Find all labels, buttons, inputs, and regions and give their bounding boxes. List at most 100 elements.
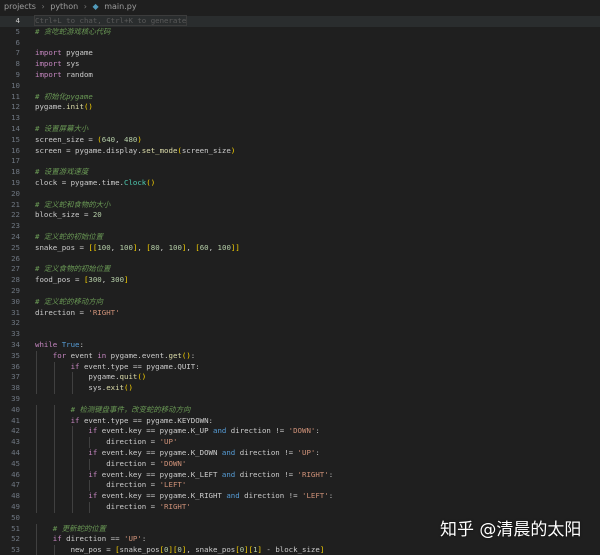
code-line[interactable]: 41 if event.type == pygame.KEYDOWN: xyxy=(0,415,600,427)
code-text: if event.type == pygame.KEYDOWN: xyxy=(70,415,213,425)
breadcrumb-item-projects[interactable]: projects xyxy=(4,2,36,11)
code-line[interactable]: 16 screen = pygame.display.set_mode(scree… xyxy=(0,146,600,157)
code-line[interactable]: 28 food_pos = [300, 300] xyxy=(0,275,600,286)
code-line[interactable]: 10 xyxy=(0,81,600,92)
chevron-right-icon: › xyxy=(41,2,45,11)
code-line[interactable]: 7 import pygame xyxy=(0,48,600,59)
line-number: 29 xyxy=(11,286,20,295)
code-line[interactable]: 8 import sys xyxy=(0,59,600,70)
code-line[interactable]: 4 Ctrl+L to chat, Ctrl+K to generate xyxy=(0,15,600,27)
breadcrumb-item-python[interactable]: python xyxy=(50,2,78,11)
line-number: 20 xyxy=(11,188,20,198)
line-number: 51 xyxy=(11,523,20,533)
line-number: 18 xyxy=(11,167,20,177)
code-line[interactable]: 35 for event in pygame.event.get(): xyxy=(0,350,600,362)
code-text: if direction == 'UP': xyxy=(52,534,147,544)
code-line[interactable]: 37 pygame.quit() xyxy=(0,372,600,384)
code-line[interactable]: 34 while True: xyxy=(0,340,600,351)
code-line[interactable]: 42 if event.key == pygame.K_UP and direct… xyxy=(0,426,600,438)
code-line[interactable]: 39 xyxy=(0,394,600,405)
indent-guide xyxy=(53,361,55,373)
code-text: # 贪吃蛇游戏核心代码 xyxy=(35,26,111,36)
code-line[interactable]: 9 import random xyxy=(0,70,600,81)
code-text: direction = 'RIGHT' xyxy=(35,307,120,317)
code-line[interactable]: 24 # 定义蛇的初始位置 xyxy=(0,232,600,243)
line-number: 17 xyxy=(11,156,20,166)
indent-guide xyxy=(36,469,37,481)
breadcrumb-item-file[interactable]: main.py xyxy=(104,2,136,11)
indent-guide xyxy=(36,372,37,384)
indent-guide xyxy=(53,458,55,470)
code-text: new_pos = [snake_pos[0][0], snake_pos[0]… xyxy=(70,545,325,555)
code-line[interactable]: 15 screen_size = (640, 480) xyxy=(0,135,600,146)
code-line[interactable]: 43 direction = 'UP' xyxy=(0,437,600,448)
indent-guide xyxy=(71,458,73,470)
indent-guide xyxy=(36,361,37,373)
code-line[interactable]: 48 if event.key == pygame.K_RIGHT and dir… xyxy=(0,491,600,502)
line-number: 39 xyxy=(11,394,20,403)
code-line[interactable]: 44 if event.key == pygame.K_DOWN and dire… xyxy=(0,448,600,459)
line-number: 25 xyxy=(11,242,20,252)
code-line[interactable]: 47 direction = 'LEFT' xyxy=(0,480,600,492)
line-number: 30 xyxy=(11,296,20,306)
code-line[interactable]: 6 xyxy=(0,38,600,49)
indent-guide xyxy=(71,502,73,513)
code-line[interactable]: 27 # 定义食物的初始位置 xyxy=(0,264,600,275)
line-number: 37 xyxy=(11,372,20,382)
indent-guide xyxy=(71,469,73,481)
code-text: direction = 'LEFT' xyxy=(106,480,187,490)
code-line[interactable]: 17 xyxy=(0,156,600,167)
line-number: 49 xyxy=(11,502,20,511)
code-line[interactable]: 19 clock = pygame.time.Clock() xyxy=(0,178,600,189)
code-line[interactable]: 11 # 初始化pygame xyxy=(0,92,600,103)
code-line[interactable]: 30 # 定义蛇的移动方向 xyxy=(0,297,600,308)
code-text: # 定义蛇的移动方向 xyxy=(35,296,104,306)
code-line[interactable]: 46 if event.key == pygame.K_LEFT and dire… xyxy=(0,469,600,481)
indent-guide xyxy=(89,480,91,492)
code-line[interactable]: 5 # 贪吃蛇游戏核心代码 xyxy=(0,27,600,38)
indent-guide xyxy=(89,458,91,470)
line-number: 42 xyxy=(11,426,20,436)
line-number: 7 xyxy=(15,48,20,58)
code-text: pygame.init() xyxy=(35,102,93,112)
code-line[interactable]: 29 xyxy=(0,286,600,297)
code-text: direction = 'UP' xyxy=(106,437,178,447)
line-number: 31 xyxy=(11,307,20,317)
line-number: 14 xyxy=(11,124,20,133)
code-text: # 定义蛇的初始位置 xyxy=(35,232,104,241)
line-number: 15 xyxy=(11,134,20,144)
code-text: # 初始化pygame xyxy=(35,91,93,101)
code-line[interactable]: 25 snake_pos = [[100, 100], [80, 100], [6… xyxy=(0,243,600,254)
code-line[interactable]: 31 direction = 'RIGHT' xyxy=(0,308,600,319)
line-number: 38 xyxy=(11,383,20,393)
code-text: if event.key == pygame.K_RIGHT and direc… xyxy=(88,491,334,501)
code-line[interactable]: 14 # 设置屏幕大小 xyxy=(0,124,600,135)
code-line[interactable]: 49 direction = 'RIGHT' xyxy=(0,502,600,513)
line-number: 8 xyxy=(15,59,20,69)
code-line[interactable]: 13 xyxy=(0,113,600,124)
code-text: pygame.quit() xyxy=(88,372,147,382)
indent-guide xyxy=(36,534,37,546)
code-editor[interactable]: 4 Ctrl+L to chat, Ctrl+K to generate 5 # 贪吃… xyxy=(0,14,600,555)
code-line[interactable]: 26 xyxy=(0,254,600,265)
code-line[interactable]: 53 new_pos = [snake_pos[0][0], snake_pos[… xyxy=(0,545,600,555)
code-line[interactable]: 33 xyxy=(0,329,600,340)
python-file-icon: ◆ xyxy=(92,2,99,11)
line-number: 36 xyxy=(11,361,20,371)
code-line[interactable]: 45 direction = 'DOWN' xyxy=(0,458,600,470)
code-line[interactable]: 38 sys.exit() xyxy=(0,383,600,394)
code-line[interactable]: 23 xyxy=(0,221,600,232)
code-line[interactable]: 21 # 定义蛇和食物的大小 xyxy=(0,200,600,211)
code-line[interactable]: 36 if event.type == pygame.QUIT: xyxy=(0,361,600,373)
code-text: import random xyxy=(35,70,93,79)
code-line[interactable]: 18 # 设置游戏速度 xyxy=(0,167,600,178)
code-text: while True: xyxy=(35,340,84,349)
code-line[interactable]: 22 block_size = 20 xyxy=(0,210,600,221)
indent-guide xyxy=(71,491,73,502)
indent-guide xyxy=(53,372,55,384)
code-line[interactable]: 20 xyxy=(0,189,600,200)
code-line[interactable]: 12 pygame.init() xyxy=(0,102,600,113)
indent-guide xyxy=(36,502,37,513)
code-line[interactable]: 40 # 检测键盘事件，改变蛇的移动方向 xyxy=(0,404,600,416)
code-line[interactable]: 32 xyxy=(0,318,600,329)
